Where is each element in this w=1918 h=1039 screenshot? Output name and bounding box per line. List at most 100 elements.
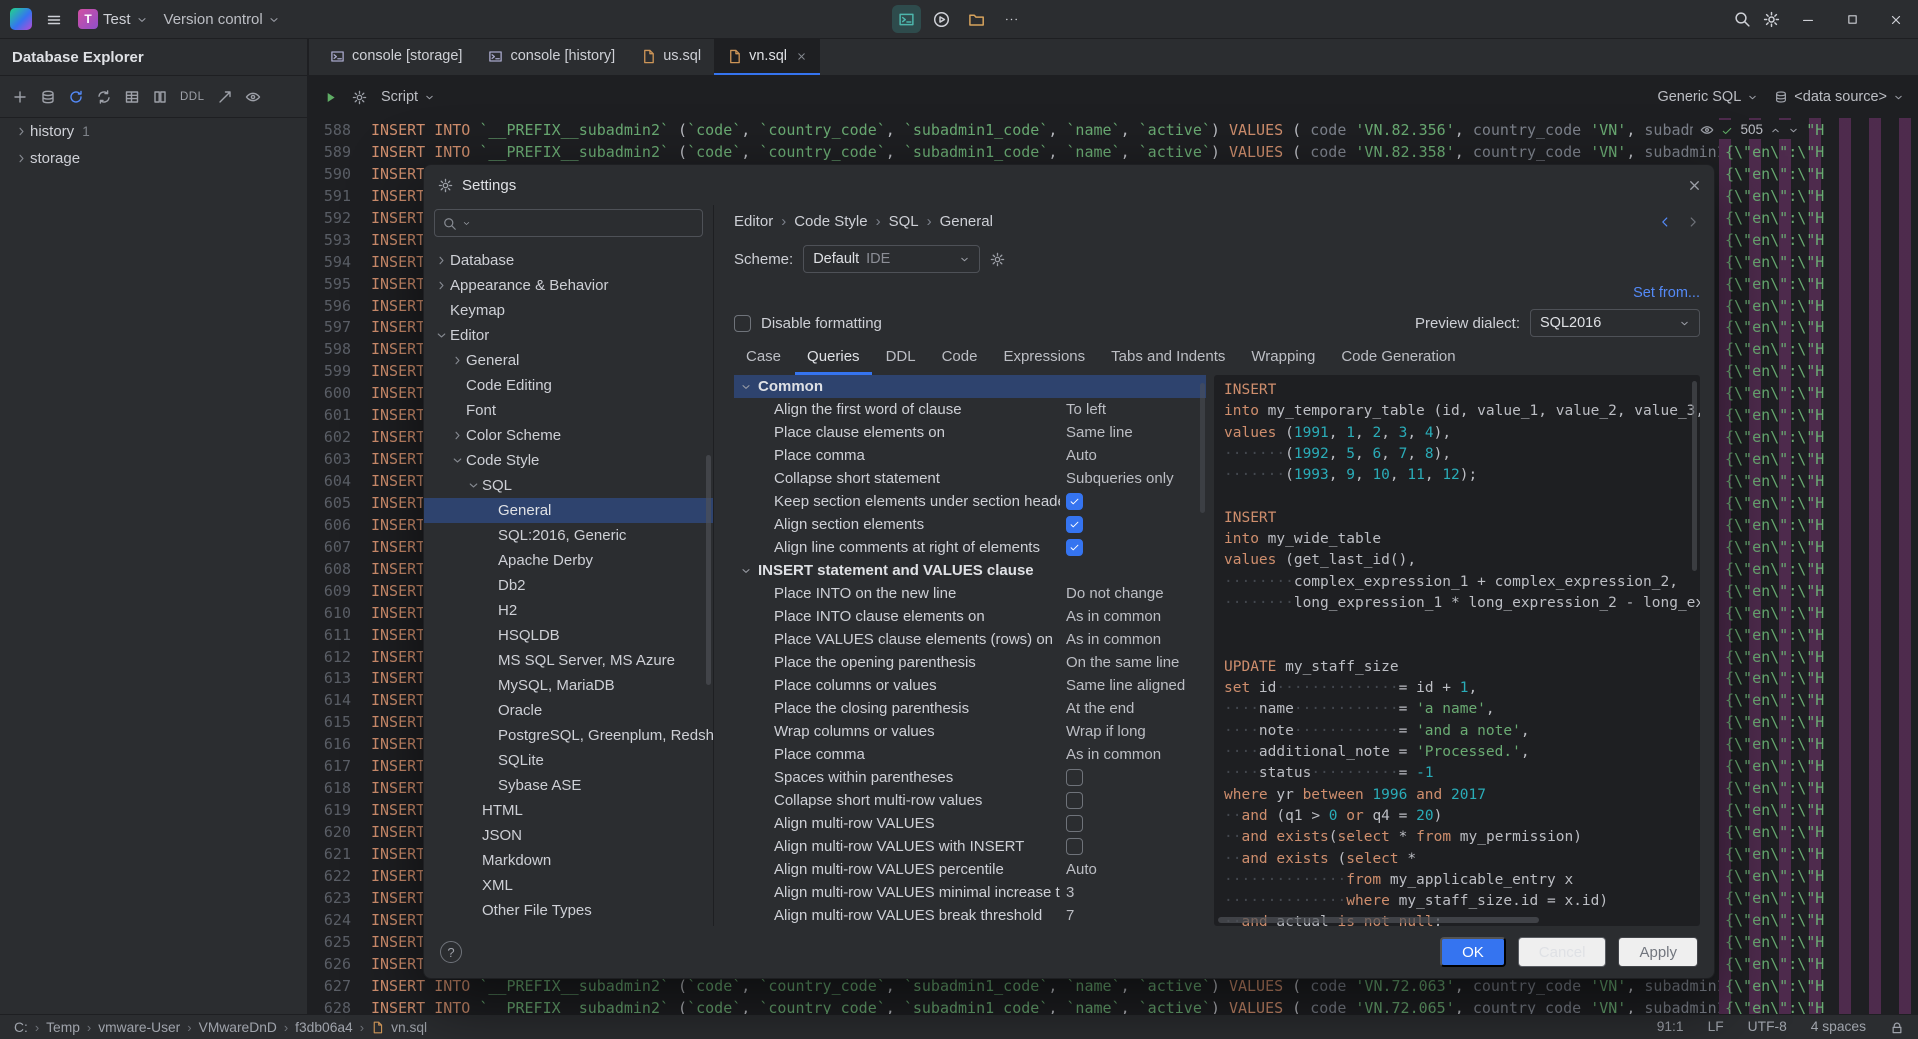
forward-icon[interactable] xyxy=(1686,213,1700,230)
dialog-tab-ddl[interactable]: DDL xyxy=(874,341,928,375)
vcs-selector[interactable]: Version control xyxy=(158,5,286,33)
settings-tree-database[interactable]: Database xyxy=(424,248,713,273)
run-button[interactable] xyxy=(927,5,956,33)
tree-item-history[interactable]: history1 xyxy=(0,118,307,145)
dialog-tab-tabs-and-indents[interactable]: Tabs and Indents xyxy=(1099,341,1237,375)
settings-tree-code-editing[interactable]: Code Editing xyxy=(424,373,713,398)
breadcrumb-item[interactable]: SQL xyxy=(889,213,919,230)
script-dropdown[interactable]: Script xyxy=(381,89,435,105)
settings-tree-markdown[interactable]: Markdown xyxy=(424,848,713,873)
dialog-tab-expressions[interactable]: Expressions xyxy=(991,341,1097,375)
section-common[interactable]: Common xyxy=(734,375,1206,398)
indent-style[interactable]: 4 spaces xyxy=(1811,1019,1866,1034)
settings-tree-apache-derby[interactable]: Apache Derby xyxy=(424,548,713,573)
value-dropdown-align-the-first-word-of-clause[interactable]: To left xyxy=(1066,401,1106,418)
dialog-close-icon[interactable] xyxy=(1687,176,1702,193)
options-scrollbar[interactable] xyxy=(1200,383,1205,513)
editor-tab-vn-sql[interactable]: vn.sql xyxy=(714,39,820,75)
preview-vscrollbar[interactable] xyxy=(1692,381,1697,571)
checkbox-keep-section-elements-under-section-header[interactable] xyxy=(1066,493,1083,510)
more-actions-button[interactable] xyxy=(997,5,1026,33)
path-crumb[interactable]: vmware-User xyxy=(98,1020,180,1035)
terminal-button[interactable] xyxy=(892,5,921,33)
dialog-tab-code-generation[interactable]: Code Generation xyxy=(1329,341,1467,375)
value-dropdown-place-comma[interactable]: Auto xyxy=(1066,447,1097,464)
settings-tree-html[interactable]: HTML xyxy=(424,798,713,823)
checkbox-align-line-comments-at-right-of-elements[interactable] xyxy=(1066,539,1083,556)
dialog-tab-case[interactable]: Case xyxy=(734,341,793,375)
editor-line[interactable]: 588INSERT INTO `__PREFIX__subadmin2` (`c… xyxy=(309,120,1918,142)
value-dropdown-align-multi-row-values-minimal-increase-threshold[interactable]: 3 xyxy=(1066,884,1074,901)
value-dropdown-align-multi-row-values-percentile[interactable]: Auto xyxy=(1066,861,1097,878)
path-crumb[interactable]: C: xyxy=(14,1020,28,1035)
value-dropdown-wrap-columns-or-values[interactable]: Wrap if long xyxy=(1066,723,1146,740)
new-button[interactable] xyxy=(12,88,28,105)
current-file[interactable]: vn.sql xyxy=(391,1020,427,1035)
main-menu-button[interactable] xyxy=(40,5,68,33)
settings-tree-general[interactable]: General xyxy=(424,348,713,373)
checkbox-align-section-elements[interactable] xyxy=(1066,516,1083,533)
preview-hscrollbar[interactable] xyxy=(1218,917,1539,923)
settings-tree-editor[interactable]: Editor xyxy=(424,323,713,348)
checkbox-align-multi-row-values-with-insert[interactable] xyxy=(1066,838,1083,855)
refresh-button[interactable] xyxy=(68,88,84,105)
checkbox-spaces-within-parentheses[interactable] xyxy=(1066,769,1083,786)
editor-settings-icon[interactable] xyxy=(352,89,367,105)
settings-tree-color-scheme[interactable]: Color Scheme xyxy=(424,423,713,448)
settings-tree-oracle[interactable]: Oracle xyxy=(424,698,713,723)
value-dropdown-place-into-on-the-new-line[interactable]: Do not change xyxy=(1066,585,1164,602)
preview-button[interactable] xyxy=(245,88,261,105)
jump-to-console-button[interactable] xyxy=(217,88,233,105)
inspections-widget[interactable]: 505 xyxy=(1693,120,1806,139)
breadcrumb-item[interactable]: General xyxy=(940,213,993,230)
checkbox-collapse-short-multi-row-values[interactable] xyxy=(1066,792,1083,809)
disable-formatting-checkbox[interactable] xyxy=(734,315,751,332)
value-dropdown-place-columns-or-values[interactable]: Same line aligned xyxy=(1066,677,1185,694)
value-dropdown-place-the-opening-parenthesis[interactable]: On the same line xyxy=(1066,654,1179,671)
scheme-actions-icon[interactable] xyxy=(990,251,1005,268)
dialog-tab-queries[interactable]: Queries xyxy=(795,341,872,375)
settings-search[interactable] xyxy=(434,209,703,237)
settings-tree-keymap[interactable]: Keymap xyxy=(424,298,713,323)
settings-tree-sybase-ase[interactable]: Sybase ASE xyxy=(424,773,713,798)
value-dropdown-place-clause-elements-on[interactable]: Same line xyxy=(1066,424,1133,441)
editor-line[interactable]: 628INSERT INTO `__PREFIX__subadmin2` (`c… xyxy=(309,998,1918,1015)
set-from-link[interactable]: Set from... xyxy=(1633,285,1700,301)
breadcrumb-item[interactable]: Editor xyxy=(734,213,773,230)
value-dropdown-place-comma[interactable]: As in common xyxy=(1066,746,1161,763)
close-window-button[interactable] xyxy=(1874,0,1918,39)
settings-tree-postgresql-greenplum-redshift[interactable]: PostgreSQL, Greenplum, Redshift xyxy=(424,723,713,748)
apply-button[interactable]: Apply xyxy=(1618,937,1698,967)
settings-tree-code-style[interactable]: Code Style xyxy=(424,448,713,473)
editor-line[interactable]: 589INSERT INTO `__PREFIX__subadmin2` (`c… xyxy=(309,142,1918,164)
path-crumb[interactable]: VMwareDnD xyxy=(199,1020,277,1035)
project-selector[interactable]: T Test xyxy=(72,5,154,33)
new-table-button[interactable] xyxy=(124,88,140,105)
settings-tree-general[interactable]: General xyxy=(424,498,713,523)
settings-tree-ms-sql-server-ms-azure[interactable]: MS SQL Server, MS Azure xyxy=(424,648,713,673)
settings-tree-h2[interactable]: H2 xyxy=(424,598,713,623)
breadcrumb-item[interactable]: Code Style xyxy=(794,213,867,230)
settings-tree-hsqldb[interactable]: HSQLDB xyxy=(424,623,713,648)
settings-tree-inspections[interactable]: Inspections xyxy=(424,923,713,926)
editor-tab-us-sql[interactable]: us.sql xyxy=(628,39,714,75)
section-insert-statement-and-values-clause[interactable]: INSERT statement and VALUES clause xyxy=(734,559,1206,582)
ok-button[interactable]: OK xyxy=(1440,937,1506,967)
tab-close-icon[interactable] xyxy=(796,51,807,62)
settings-tree-sql[interactable]: SQL xyxy=(424,473,713,498)
path-crumb[interactable]: f3db06a4 xyxy=(295,1020,353,1035)
datasource-dropdown[interactable]: <data source> xyxy=(1774,89,1904,105)
value-dropdown-place-values-clause-elements-rows-on[interactable]: As in common xyxy=(1066,631,1161,648)
settings-tree-xml[interactable]: XML xyxy=(424,873,713,898)
run-script-button[interactable] xyxy=(323,89,338,105)
settings-tree-other-file-types[interactable]: Other File Types xyxy=(424,898,713,923)
tree-scrollbar[interactable] xyxy=(706,455,711,685)
value-dropdown-place-into-clause-elements-on[interactable]: As in common xyxy=(1066,608,1161,625)
settings-tree-font[interactable]: Font xyxy=(424,398,713,423)
settings-tree-sqlite[interactable]: SQLite xyxy=(424,748,713,773)
settings-search-input[interactable] xyxy=(476,215,694,231)
minimize-button[interactable] xyxy=(1786,0,1830,39)
cancel-button[interactable]: Cancel xyxy=(1518,937,1607,967)
scheme-dropdown[interactable]: Default IDE xyxy=(803,245,980,273)
settings-tree-db2[interactable]: Db2 xyxy=(424,573,713,598)
